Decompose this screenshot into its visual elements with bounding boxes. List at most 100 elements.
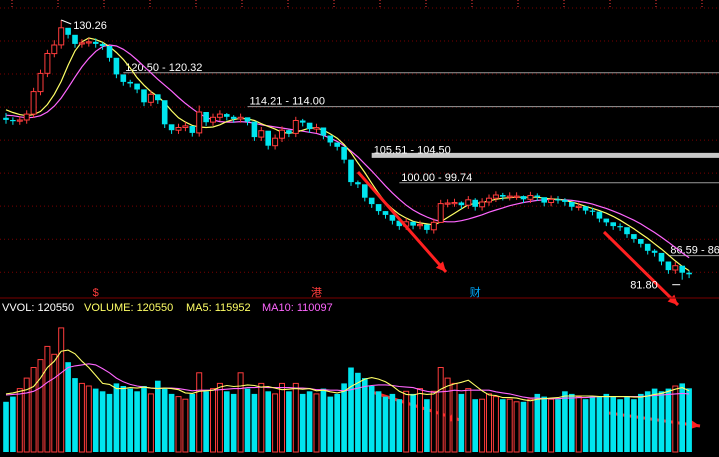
volume-bar-down: [472, 399, 478, 452]
candle-up: [196, 111, 203, 134]
candle-down: [244, 117, 251, 122]
volume-bar-up: [465, 388, 472, 453]
candle-up: [272, 137, 279, 147]
volume-bar-down: [610, 396, 616, 452]
high-label: 130.26: [73, 20, 107, 32]
candle-down: [334, 142, 340, 147]
candle-down: [638, 239, 644, 244]
volume-bar-down: [348, 367, 354, 452]
volume-bar-up: [430, 390, 437, 453]
volume-bar-up: [210, 388, 216, 453]
volume-bar-up: [175, 396, 182, 453]
candle-up: [279, 129, 285, 139]
stock-chart: 120.50 - 120.32 114.21 - 114.00 105.51 - 1…: [0, 0, 719, 457]
candle-down: [355, 182, 361, 185]
volume-bar-up: [403, 390, 410, 453]
candle-up: [492, 194, 499, 199]
volume-bar-down: [569, 393, 575, 452]
volume-bar-down: [368, 386, 375, 452]
volume-bar-down: [389, 393, 396, 452]
volume-bar-up: [513, 401, 520, 453]
volume-bar-down: [120, 386, 127, 452]
volume-bar-up: [451, 382, 458, 453]
candle-down: [368, 197, 375, 205]
volume-bar-down: [617, 399, 623, 452]
vol-ma10-label: MA10: 110097: [262, 302, 333, 314]
candle-up: [44, 53, 51, 74]
volume-bar-up: [444, 377, 451, 453]
volume-bar-down: [500, 399, 506, 452]
volume-bar-down: [230, 393, 237, 452]
candle-down: [520, 196, 527, 200]
volume-bar-down: [665, 388, 672, 452]
level-label: 114.21 - 114.00: [250, 96, 325, 108]
volume-bar-down: [265, 391, 271, 452]
candle-up: [486, 197, 492, 203]
candle-up: [451, 202, 458, 205]
volume-bar-up: [548, 398, 555, 453]
volume-bar-down: [134, 391, 140, 452]
candle-down: [569, 202, 575, 207]
candle-up: [16, 119, 23, 122]
candle-down: [299, 120, 306, 123]
volume-bar-down: [141, 386, 147, 452]
event-marker: 港: [311, 286, 322, 299]
volume-bar-up: [196, 372, 203, 453]
volume-bar-up: [279, 382, 285, 453]
candle-down: [375, 204, 382, 212]
candle-down: [320, 127, 327, 136]
candle-down: [610, 222, 616, 227]
volume-bar-up: [58, 327, 65, 453]
volume-bar-down: [72, 378, 78, 452]
volume-bar-down: [589, 396, 596, 452]
volume-bar-up: [182, 398, 189, 453]
volume-bar-down: [155, 380, 161, 452]
candle-up: [237, 116, 244, 120]
candle-up: [513, 195, 520, 198]
candle-down: [65, 27, 71, 35]
volume-bar-up: [216, 382, 223, 453]
candle-up: [147, 93, 154, 103]
volume-bar-down: [555, 399, 561, 452]
volume-bar-down: [375, 391, 382, 452]
candle-down: [541, 197, 547, 203]
candle-up: [437, 203, 444, 223]
volume-bar-down: [582, 399, 589, 452]
volume-bar-up: [479, 398, 486, 453]
volume-bar-down: [224, 391, 230, 452]
candle-down: [534, 195, 541, 198]
volume-bar-up: [292, 382, 299, 453]
volume-bar-down: [106, 393, 113, 452]
candle-down: [134, 83, 140, 90]
event-marker: $: [93, 287, 99, 299]
volume-bar-down: [603, 393, 610, 452]
volume-bar-up: [237, 372, 244, 453]
candle-up: [30, 91, 37, 115]
candle-down: [658, 252, 665, 262]
candle-up: [672, 265, 679, 271]
volume-bar-down: [541, 396, 547, 452]
volume-bar-down: [355, 372, 361, 452]
volume-label: VOLUME: 120550: [84, 302, 173, 314]
volume-bar-up: [78, 382, 85, 453]
candle-down: [617, 226, 623, 228]
low-label: 81.80: [630, 280, 658, 292]
volume-bar-down: [382, 396, 389, 452]
candle-up: [479, 201, 486, 208]
volume-bar-down: [113, 383, 120, 452]
volume-bar-down: [638, 393, 644, 452]
candle-down: [141, 89, 147, 103]
volume-bar-down: [251, 393, 258, 452]
candle-down: [582, 206, 589, 211]
candle-up: [258, 130, 265, 138]
volume-bar-down: [299, 393, 306, 452]
volume-bar-up: [417, 388, 423, 453]
candle-down: [113, 57, 120, 75]
candle-down: [500, 195, 506, 197]
candle-down: [99, 43, 106, 46]
candle-down: [189, 125, 196, 133]
candle-up: [465, 199, 472, 206]
volume-bar-down: [562, 391, 568, 452]
candle-down: [251, 121, 258, 138]
volume-bar-down: [161, 388, 168, 452]
